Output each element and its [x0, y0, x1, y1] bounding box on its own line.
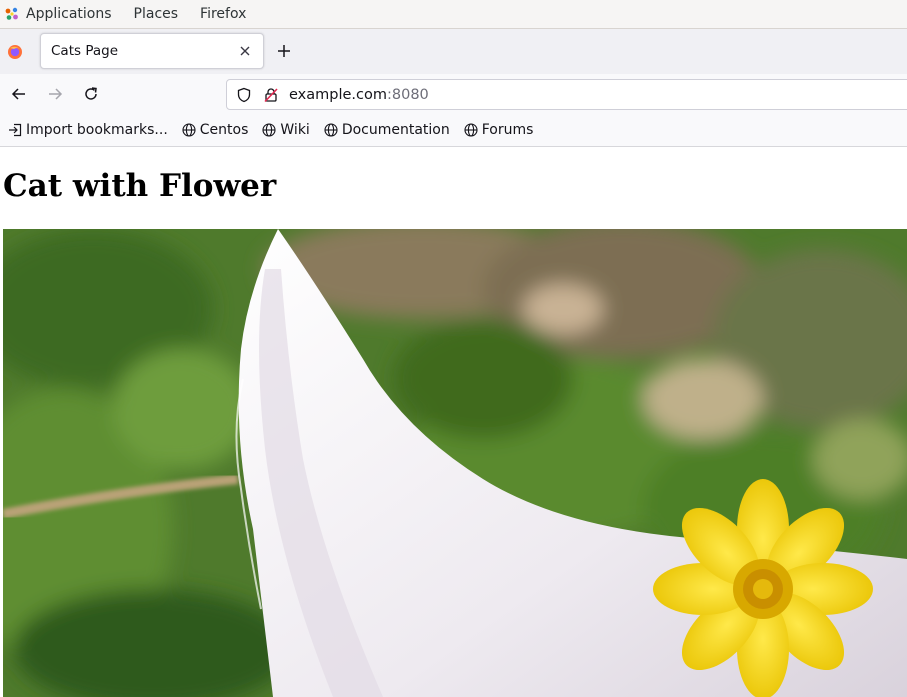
url-host: example.com — [289, 86, 387, 103]
tab-title: Cats Page — [51, 43, 118, 59]
page-content: Cat with Flower — [0, 147, 907, 697]
firefox-icon — [8, 44, 22, 59]
plus-icon — [278, 45, 290, 57]
places-label: Places — [133, 6, 179, 22]
bookmark-label: Centos — [199, 122, 249, 138]
nav-bar: example.com:8080 — [0, 74, 907, 114]
shield-icon[interactable] — [235, 86, 253, 104]
applications-label: Applications — [26, 6, 112, 22]
gnome-top-bar: Applications Places Firefox — [0, 0, 907, 29]
places-menu[interactable]: Places — [123, 0, 190, 29]
back-button[interactable] — [7, 82, 31, 106]
tab-strip: Cats Page — [0, 29, 907, 74]
bookmark-label: Wiki — [280, 122, 310, 138]
reload-icon — [85, 87, 97, 100]
firefox-menu[interactable]: Firefox — [189, 0, 257, 29]
address-bar[interactable]: example.com:8080 — [226, 79, 907, 110]
bookmark-forums[interactable]: Forums — [463, 122, 534, 138]
reload-button[interactable] — [79, 82, 103, 106]
bookmark-import[interactable]: Import bookmarks... — [7, 122, 168, 138]
forward-button[interactable] — [43, 82, 67, 106]
bookmark-documentation[interactable]: Documentation — [323, 122, 450, 138]
globe-icon — [181, 122, 197, 138]
back-arrow-icon — [11, 88, 25, 100]
applications-icon — [4, 6, 20, 22]
globe-icon — [463, 122, 479, 138]
bookmarks-toolbar: Import bookmarks... Centos Wiki Document… — [0, 114, 907, 147]
globe-icon — [261, 122, 277, 138]
firefox-label: Firefox — [200, 6, 247, 22]
bookmark-label: Import bookmarks... — [26, 122, 168, 138]
globe-icon — [323, 122, 339, 138]
bookmark-wiki[interactable]: Wiki — [261, 122, 310, 138]
close-tab-icon[interactable] — [237, 43, 253, 59]
tab-cats-page[interactable]: Cats Page — [40, 33, 264, 69]
bookmark-label: Forums — [481, 122, 534, 138]
insecure-lock-icon[interactable] — [262, 86, 280, 104]
url-port: :8080 — [387, 86, 429, 103]
new-tab-button[interactable] — [272, 39, 296, 63]
cat-photo — [3, 229, 907, 697]
firefox-view-button[interactable] — [0, 29, 30, 74]
forward-arrow-icon — [49, 88, 63, 100]
applications-menu[interactable]: Applications — [0, 0, 123, 29]
bookmark-label: Documentation — [341, 122, 450, 138]
bookmark-centos[interactable]: Centos — [181, 122, 249, 138]
import-icon — [7, 122, 23, 138]
page-title: Cat with Flower — [3, 168, 277, 204]
